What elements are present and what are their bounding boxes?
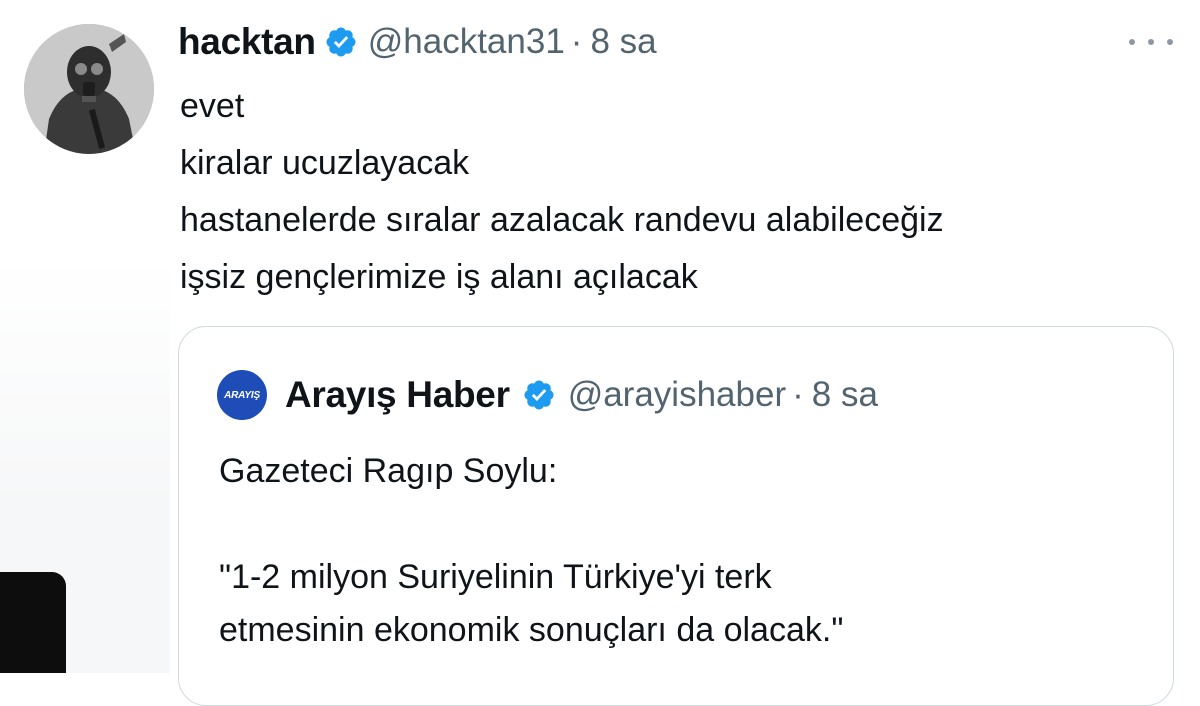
tweet-line: hastanelerde sıralar azalacak randevu al… [180,201,944,239]
tweet-line: işsiz gençlerimize iş alanı açılacak [180,258,698,296]
more-horizontal-icon [1129,39,1135,45]
quote-line: etmesinin ekonomik sonuçları da olacak." [219,611,844,649]
quote-line: "1-2 milyon Suriyelinin Türkiye'yi terk [219,558,772,596]
more-button[interactable] [1126,24,1176,60]
verified-badge-icon [324,25,358,59]
tweet-line: kiralar ucuzlayacak [180,144,470,182]
display-name[interactable]: hacktan [178,21,316,63]
quote-timestamp[interactable]: 8 sa [812,375,878,415]
separator: · [792,375,804,414]
avatar[interactable] [24,24,154,154]
overlay-panel [0,572,66,673]
verified-badge-icon [522,378,556,412]
separator: · [570,22,583,61]
tweet-header: hacktan @hacktan31 · 8 sa [178,18,657,66]
tweet-text: evet kiralar ucuzlayacak hastanelerde sı… [180,78,1190,306]
quote-handle[interactable]: @arayishaber [568,375,786,415]
more-dot [1167,39,1173,45]
quote-avatar[interactable]: ARAYIŞ [217,370,267,420]
handle[interactable]: @hacktan31 [368,22,565,62]
timestamp[interactable]: 8 sa [590,22,656,62]
quote-header: ARAYIŞ Arayış Haber @arayishaber · 8 sa [217,370,878,420]
tweet-line: evet [180,87,245,125]
tweet[interactable]: hacktan @hacktan31 · 8 sa evet kiralar u… [0,0,1200,706]
quoted-tweet[interactable]: ARAYIŞ Arayış Haber @arayishaber · 8 sa … [178,326,1174,706]
quote-text: Gazeteci Ragıp Soylu: "1-2 milyon Suriye… [219,445,1139,657]
more-dot [1148,39,1154,45]
quote-display-name[interactable]: Arayış Haber [285,374,510,416]
quote-line: Gazeteci Ragıp Soylu: [219,452,558,490]
quote-blank-line [219,498,1139,551]
